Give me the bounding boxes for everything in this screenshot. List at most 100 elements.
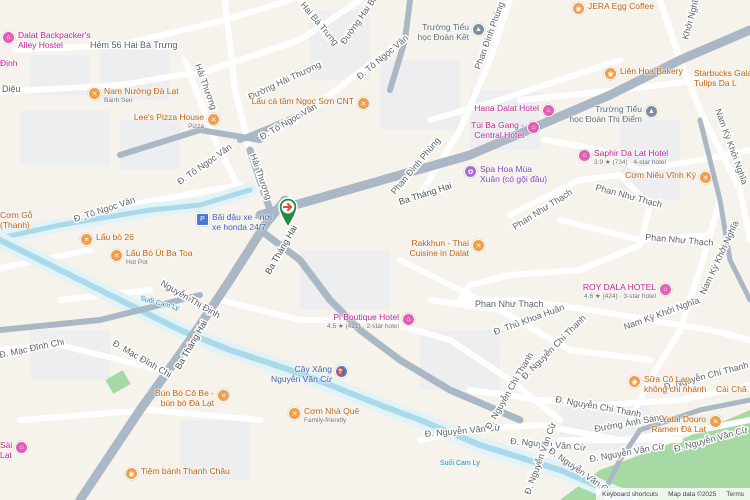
poi-bun-bo-co-be[interactable]: ✕ Bún Bò Cô Be - bún bò Đà Lạt	[155, 388, 230, 408]
poi-name: Trường Tiểu	[422, 22, 469, 32]
poi-name: Sữa Cô Lan	[644, 374, 690, 384]
poi-name: Lẩu bò 26	[96, 232, 134, 242]
stream-label: Suối Cam Ly	[440, 458, 480, 467]
poi-name: Cơm Niêu Vĩnh Ký	[625, 170, 696, 180]
poi-hana-dalat[interactable]: ⌂ Hana Dalat Hotel	[474, 103, 555, 117]
road-label: Diệu	[2, 84, 21, 94]
restaurant-icon: ✕	[709, 415, 722, 428]
poi-tiem-banh-thanh-chau[interactable]: ◉ Tiệm bánh Thanh Châu	[125, 466, 230, 480]
restaurant-icon: ✕	[472, 239, 485, 252]
poi-name: Nam Nướng Đà Lạt	[104, 86, 179, 96]
poi-name: Lẩu Bò Út Ba Toa	[126, 248, 193, 258]
restaurant-icon: ✕	[88, 87, 101, 100]
poi-jera-egg-coffee[interactable]: ◉ JERA Egg Coffee	[572, 1, 654, 15]
poi-name: Lee's Pizza House	[133, 112, 204, 122]
poi-truong-doan-thi-diem[interactable]: ▲ Trường Tiểu học Đoàn Thị Điểm	[569, 104, 658, 124]
poi-sub: Xuân (có gội đầu)	[480, 174, 548, 184]
poi-name: Bún Bò Cô Be -	[154, 388, 214, 398]
poi-spa-hoa-mua-xuan[interactable]: ✿ Spa Hoa Mùa Xuân (có gội đầu)	[464, 164, 547, 184]
poi-sub: Hot Pot	[126, 259, 148, 266]
poi-lau-ca-tam[interactable]: ✕ Lẩu cá tầm Ngọc Sơn CNT	[252, 96, 370, 110]
poi-cai-cha[interactable]: Cái Châ	[716, 384, 747, 394]
school-icon: ▲	[645, 105, 658, 118]
poi-pi-boutique-hotel[interactable]: ⌂ Pi Boutique Hotel 4.5 ★ (421) · 2-star …	[327, 312, 415, 332]
poi-sub: Cuisine in Dalat	[409, 248, 469, 258]
map-canvas[interactable]: Đường Hải Thượng Đường Hai Bà Trưng Hai …	[0, 0, 750, 500]
bed-icon: ⌂	[527, 121, 540, 134]
poi-name: ROY DALA HOTEL	[582, 282, 656, 292]
poi-nam-nuong[interactable]: ✕ Nam Nướng Đà Lạt Bánh Sẹo	[88, 86, 179, 106]
poi-name: Tiệm bánh Thanh Châu	[141, 466, 230, 476]
bed-icon: ⌂	[2, 31, 15, 44]
keyboard-shortcuts-link[interactable]: Keyboard shortcuts	[602, 491, 658, 498]
poi-lau-bo-26[interactable]: ✕ Lẩu bò 26	[80, 232, 134, 246]
poi-sub: 3.9 ★ (734) · 4-star hotel	[594, 159, 666, 166]
bed-icon: ⌂	[542, 104, 555, 117]
poi-sub: Nguyễn Văn Cừ	[271, 374, 332, 384]
poi-com-nha-que[interactable]: ✕ Cơm Nhà Quê Family-friendly	[288, 406, 359, 426]
poi-sub: Pizza	[188, 123, 204, 130]
poi-name: Lẩu cá tầm Ngọc Sơn CNT	[251, 96, 354, 106]
poi-name: Cây Xăng	[294, 364, 332, 374]
poi-com-go[interactable]: Cơm Gỗ (Thanh)	[0, 210, 33, 230]
poi-sub: (Thanh)	[0, 220, 30, 230]
map-copyright: Map data ©2025	[668, 490, 717, 498]
school-icon: ▲	[472, 23, 485, 36]
poi-name: JERA Egg Coffee	[588, 1, 654, 11]
poi-tui-ba-gang[interactable]: ⌂ Túi Ba Gang - Central Hotel	[471, 120, 540, 140]
poi-dinh[interactable]: Định	[0, 58, 17, 68]
poi-dalat-backpackers[interactable]: ⌂ Dalat Backpacker's Alley Hostel	[2, 30, 91, 50]
poi-sub: không chi nhánh	[644, 384, 707, 394]
poi-name: Yatai Douro	[661, 414, 706, 424]
poi-bai-dau-xe[interactable]: P Bãi đậu xe - nơi xe honda 24/7	[196, 212, 272, 232]
poi-name: Cơm Nhà Quê	[304, 406, 360, 416]
poi-name: Liên Hoa Bakery	[620, 66, 683, 76]
poi-rakkhun-thai[interactable]: ✕ Rakkhun - Thai Cuisine in Dalat	[409, 238, 485, 258]
poi-starbucks-gala[interactable]: Starbucks Gala Tulips Da L	[694, 68, 750, 88]
poi-name: Cái Châ	[716, 384, 747, 394]
bed-icon: ⌂	[15, 441, 29, 454]
poi-yatai-douro[interactable]: ✕ Yatai Douro Ramen Đà Lạt	[651, 414, 722, 434]
poi-sub: xe honda 24/7	[212, 222, 266, 232]
poi-truong-doan-ket[interactable]: ▲ Trường Tiểu học Đoàn Kết	[417, 22, 485, 42]
poi-sub: Family-friendly	[304, 417, 347, 424]
terms-link[interactable]: Terms	[726, 491, 744, 498]
restaurant-icon: ✕	[217, 389, 230, 402]
road-label: Phan Như Thạch	[475, 299, 543, 309]
poi-name: Dalat Backpacker's	[18, 30, 91, 40]
poi-sub: học Đoàn Kết	[417, 32, 469, 42]
spa-icon: ✿	[464, 165, 477, 178]
poi-name: Saphir Da Lat Hotel	[594, 148, 669, 158]
gas-station-icon: ⛽	[335, 365, 348, 378]
poi-com-nieu-vinh-ky[interactable]: ✕ Cơm Niêu Vĩnh Ký	[625, 170, 712, 184]
restaurant-icon: ✕	[207, 113, 220, 126]
map-attribution: Keyboard shortcuts Map data ©2025 Terms	[596, 488, 750, 500]
poi-lees-pizza[interactable]: ✕ Lee's Pizza House Pizza	[134, 112, 220, 132]
poi-name: Trường Tiểu	[595, 104, 642, 114]
bed-icon: ⌂	[402, 313, 415, 326]
cafe-icon: ◉	[572, 2, 585, 15]
cafe-icon: ◉	[628, 375, 641, 388]
poi-sua-co-lan[interactable]: ◉ Sữa Cô Lan không chi nhánh	[628, 374, 706, 394]
poi-name: Định	[0, 58, 18, 68]
bed-icon: ⌂	[659, 283, 672, 296]
poi-cay-xang[interactable]: ⛽ Cây Xăng Nguyễn Văn Cừ	[271, 364, 348, 384]
poi-roy-dala-hotel[interactable]: ⌂ ROY DALA HOTEL 4.6 ★ (424) · 3-star hot…	[583, 282, 672, 302]
arrow-right-icon	[278, 197, 298, 228]
restaurant-icon: ✕	[288, 407, 301, 420]
poi-sai[interactable]: Sài Lạt ⌂	[0, 440, 29, 460]
bed-icon: ⌂	[578, 149, 591, 162]
poi-sub: Alley Hostel	[18, 40, 63, 50]
poi-name: Pi Boutique Hotel	[333, 312, 399, 322]
poi-sub: Central Hotel	[474, 130, 524, 140]
location-marker[interactable]	[277, 196, 299, 228]
poi-sub: Ramen Đà Lạt	[651, 424, 706, 434]
poi-sub: 4.6 ★ (424) · 3-star hotel	[584, 293, 656, 300]
poi-sub: Bánh Sẹo	[104, 97, 133, 104]
poi-lien-hoa-bakery[interactable]: ◉ Liên Hoa Bakery	[604, 66, 683, 80]
restaurant-icon: ✕	[110, 249, 123, 262]
poi-saphir-dalat[interactable]: ⌂ Saphir Da Lat Hotel 3.9 ★ (734) · 4-sta…	[578, 148, 668, 168]
poi-lau-bo-ut-ba-toa[interactable]: ✕ Lẩu Bò Út Ba Toa Hot Pot	[110, 248, 192, 268]
poi-name: Spa Hoa Mùa	[480, 164, 532, 174]
restaurant-icon: ✕	[357, 97, 370, 110]
